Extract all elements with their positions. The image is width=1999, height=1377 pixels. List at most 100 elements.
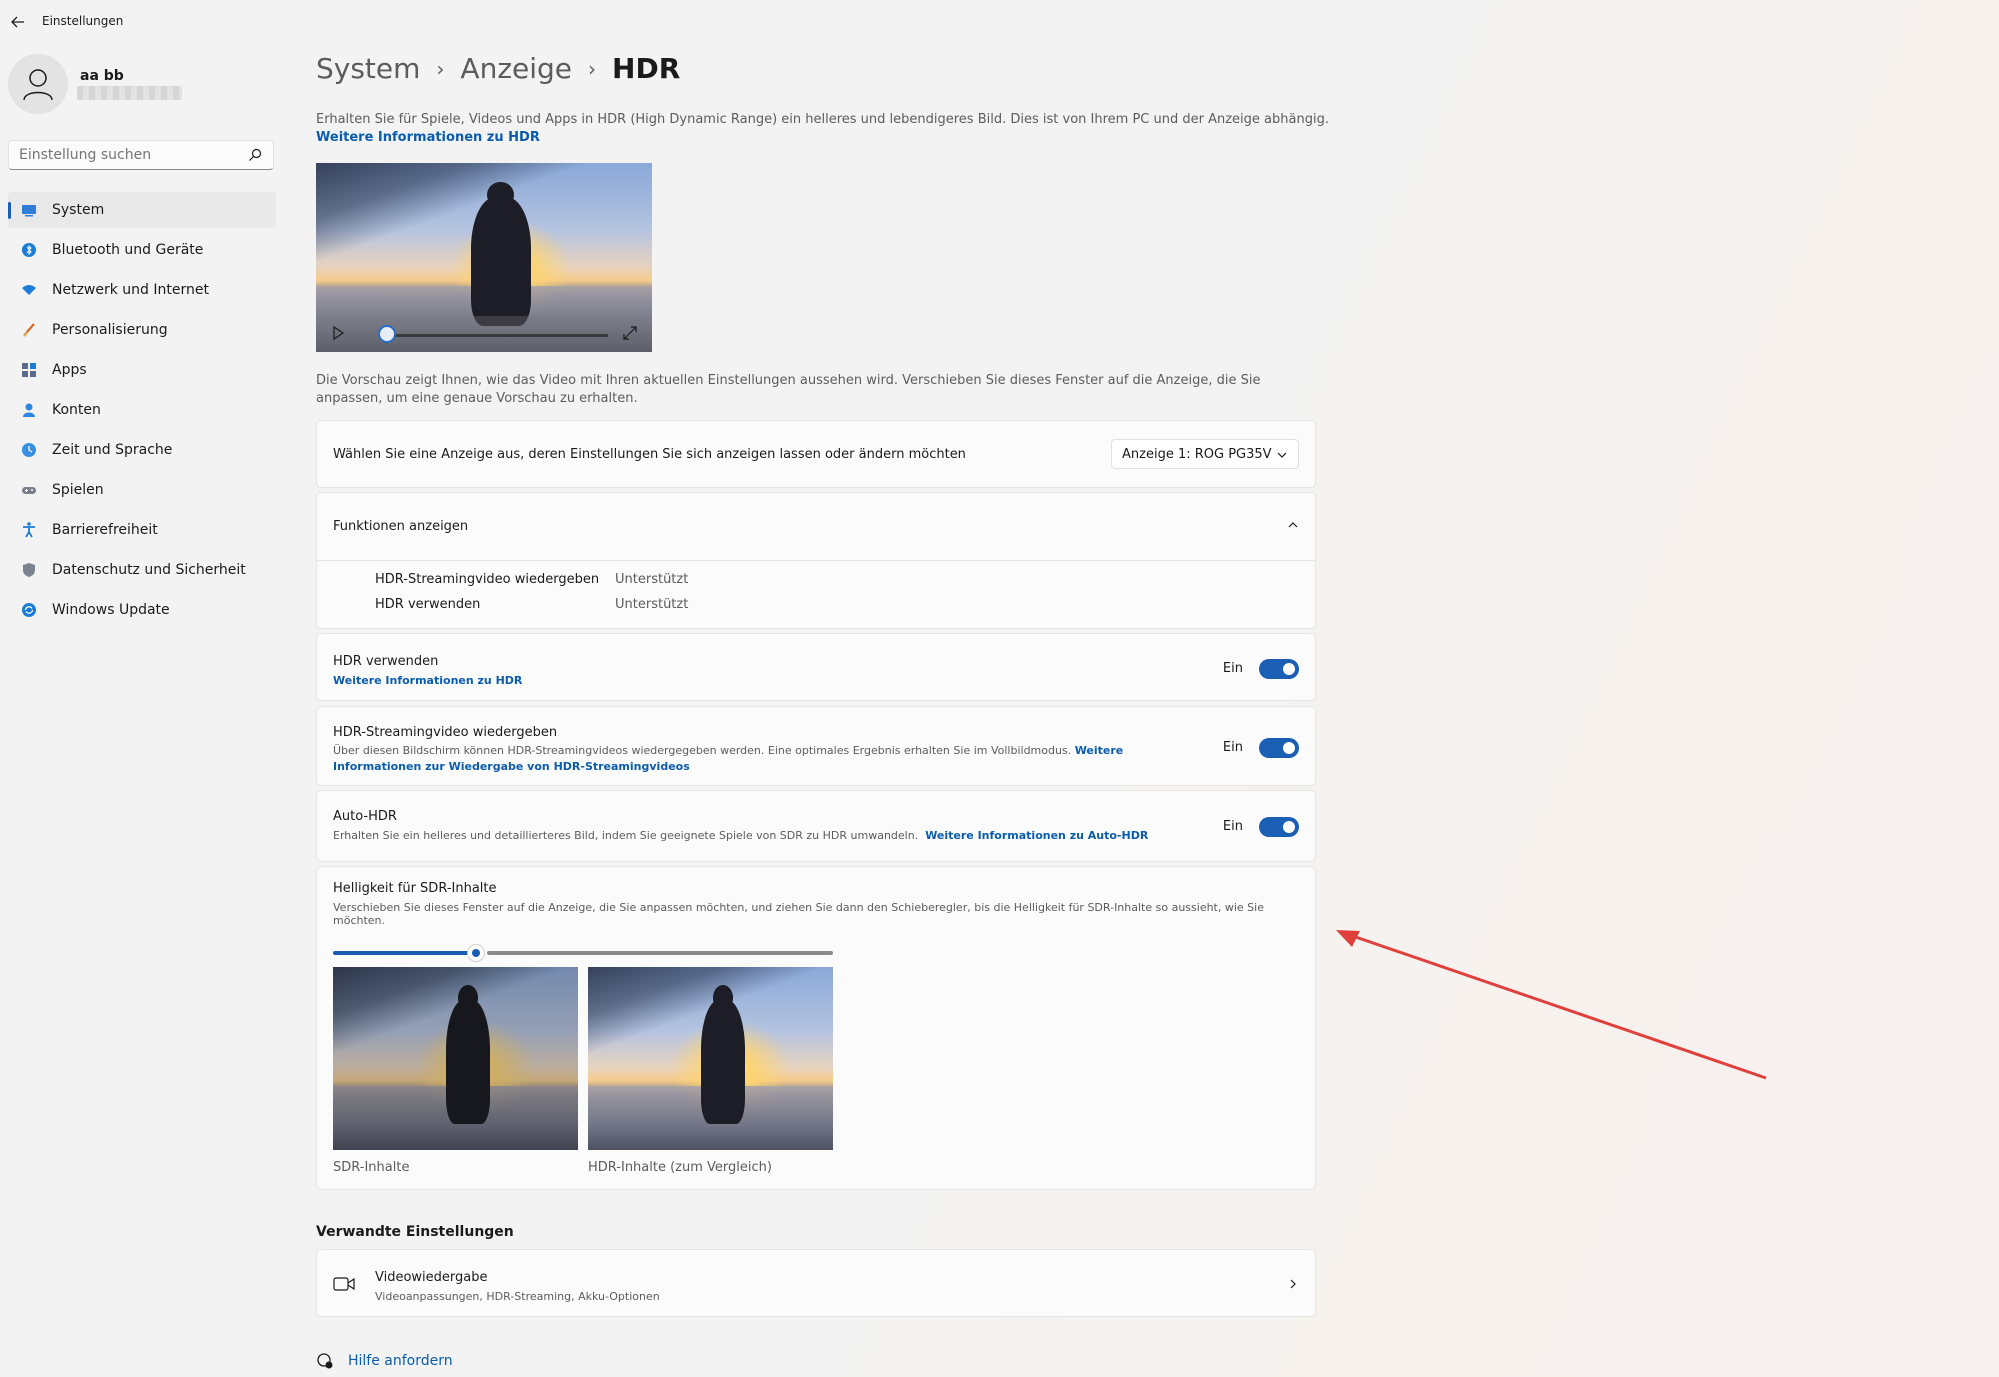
breadcrumb: System › Anzeige › HDR	[316, 52, 680, 85]
auto-hdr-desc-text: Erhalten Sie ein helleres und detaillier…	[333, 829, 919, 842]
hdr-caption: HDR-Inhalte (zum Vergleich)	[588, 1160, 772, 1175]
sidebar-item-label: Datenschutz und Sicherheit	[52, 562, 246, 578]
video-controls	[316, 316, 652, 352]
hdr-info-link[interactable]: Weitere Informationen zu HDR	[316, 130, 540, 145]
capabilities-title: Funktionen anzeigen	[333, 519, 469, 534]
sidebar-item-system[interactable]: System	[8, 192, 276, 228]
preview-description: Die Vorschau zeigt Ihnen, wie das Video …	[316, 373, 1261, 406]
page-title: HDR	[612, 52, 681, 85]
sidebar-item-accessibility[interactable]: Barrierefreiheit	[8, 512, 276, 548]
user-name: aa bb	[80, 68, 124, 84]
sidebar-item-apps[interactable]: Apps	[8, 352, 276, 388]
sidebar-item-time-language[interactable]: Zeit und Sprache	[8, 432, 276, 468]
sidebar-item-windows-update[interactable]: Windows Update	[8, 592, 276, 628]
video-seek-track[interactable]	[388, 334, 608, 337]
wifi-icon	[20, 281, 38, 299]
capabilities-card: Funktionen anzeigen HDR-Streamingvideo w…	[316, 492, 1316, 629]
hdr-video-preview[interactable]	[316, 163, 652, 352]
breadcrumb-item-display[interactable]: Anzeige	[460, 52, 572, 85]
hdr-toggle-title: HDR verwenden	[333, 654, 439, 669]
sdr-brightness-title: Helligkeit für SDR-Inhalte	[333, 881, 497, 896]
auto-hdr-toggle[interactable]	[1259, 817, 1299, 837]
video-camera-icon	[333, 1277, 355, 1291]
help-icon	[317, 1353, 333, 1369]
hdr-toggle[interactable]	[1259, 659, 1299, 679]
globe-clock-icon	[20, 441, 38, 459]
user-email-redacted	[77, 86, 182, 100]
chevron-down-icon	[1277, 452, 1287, 458]
breadcrumb-chevron-icon: ›	[588, 56, 597, 81]
capability-name: HDR verwenden	[375, 597, 481, 612]
sidebar-item-label: Windows Update	[52, 602, 170, 618]
search-input[interactable]	[19, 147, 239, 163]
app-title: Einstellungen	[42, 14, 124, 28]
display-select-label: Wählen Sie eine Anzeige aus, deren Einst…	[333, 447, 966, 462]
monitor-icon	[20, 201, 38, 219]
capability-value: Unterstützt	[615, 597, 689, 612]
fullscreen-icon[interactable]	[622, 325, 638, 341]
chevron-up-icon[interactable]	[1287, 519, 1299, 531]
auto-hdr-desc: Erhalten Sie ein helleres und detaillier…	[333, 829, 1183, 842]
toggle-state: Ein	[1222, 819, 1243, 834]
sidebar-item-bluetooth[interactable]: Bluetooth und Geräte	[8, 232, 276, 268]
active-indicator	[8, 202, 11, 219]
play-icon[interactable]	[330, 325, 346, 341]
breadcrumb-item-system[interactable]: System	[316, 52, 420, 85]
sidebar-item-label: Spielen	[52, 482, 104, 498]
gamepad-icon	[20, 481, 38, 499]
sdr-caption: SDR-Inhalte	[333, 1160, 410, 1175]
avatar[interactable]	[8, 54, 68, 114]
sidebar-item-label: Barrierefreiheit	[52, 522, 158, 538]
hdr-streaming-toggle[interactable]	[1259, 738, 1299, 758]
sidebar-item-gaming[interactable]: Spielen	[8, 472, 276, 508]
sdr-brightness-card: Helligkeit für SDR-Inhalte Verschieben S…	[316, 866, 1316, 1190]
video-playback-subtitle: Videoanpassungen, HDR-Streaming, Akku-Op…	[375, 1290, 660, 1303]
display-select-value: Anzeige 1: ROG PG35V	[1122, 447, 1272, 462]
sdr-slider-track[interactable]	[487, 951, 833, 955]
hdr-sample-image	[588, 967, 833, 1150]
title-bar	[0, 0, 1999, 42]
video-playback-title: Videowiedergabe	[375, 1270, 488, 1285]
search-icon[interactable]	[247, 147, 263, 163]
breadcrumb-chevron-icon: ›	[436, 56, 445, 81]
sidebar-item-accounts[interactable]: Konten	[8, 392, 276, 428]
sidebar-item-network[interactable]: Netzwerk und Internet	[8, 272, 276, 308]
sdr-brightness-desc: Verschieben Sie dieses Fenster auf die A…	[333, 901, 1264, 927]
auto-hdr-title: Auto-HDR	[333, 809, 397, 824]
capability-name: HDR-Streamingvideo wiedergeben	[375, 572, 600, 587]
sidebar-item-label: System	[52, 202, 105, 218]
hdr-streaming-title: HDR-Streamingvideo wiedergeben	[333, 725, 558, 740]
auto-hdr-info-link[interactable]: Weitere Informationen zu Auto-HDR	[925, 829, 1148, 842]
sidebar-item-privacy[interactable]: Datenschutz und Sicherheit	[8, 552, 276, 588]
related-settings-header: Verwandte Einstellungen	[316, 1224, 514, 1240]
annotation-arrow	[1336, 930, 1767, 1080]
hdr-info-link[interactable]: Weitere Informationen zu HDR	[333, 674, 522, 687]
update-icon	[20, 601, 38, 619]
display-select-dropdown[interactable]: Anzeige 1: ROG PG35V	[1111, 439, 1299, 469]
accessibility-icon	[20, 521, 38, 539]
shield-icon	[20, 561, 38, 579]
capability-value: Unterstützt	[615, 572, 689, 587]
apps-icon	[20, 361, 38, 379]
help-link[interactable]: Hilfe anfordern	[348, 1353, 453, 1369]
sdr-sample-image	[333, 967, 578, 1150]
sidebar-item-label: Bluetooth und Geräte	[52, 242, 204, 258]
back-arrow-icon[interactable]	[8, 12, 28, 32]
search-box[interactable]	[8, 140, 274, 170]
sidebar-item-personalization[interactable]: Personalisierung	[8, 312, 276, 348]
hdr-streaming-card: HDR-Streamingvideo wiedergeben Über dies…	[316, 706, 1316, 786]
sidebar-item-label: Apps	[52, 362, 87, 378]
sdr-brightness-slider[interactable]	[467, 944, 485, 962]
sidebar-item-label: Konten	[52, 402, 101, 418]
video-playback-card[interactable]: Videowiedergabe Videoanpassungen, HDR-St…	[316, 1249, 1316, 1317]
person-icon	[20, 401, 38, 419]
sdr-slider-track-filled[interactable]	[333, 951, 469, 955]
video-seek-thumb[interactable]	[378, 325, 396, 343]
hdr-streaming-desc: Über diesen Bildschirm können HDR-Stream…	[333, 743, 1133, 775]
hdr-toggle-card: HDR verwenden Weitere Informationen zu H…	[316, 633, 1316, 701]
bluetooth-icon	[20, 241, 38, 259]
sidebar-item-label: Zeit und Sprache	[52, 442, 173, 458]
toggle-state: Ein	[1222, 661, 1243, 676]
intro-text: Erhalten Sie für Spiele, Videos und Apps…	[316, 112, 1329, 127]
sidebar-item-label: Personalisierung	[52, 322, 168, 338]
